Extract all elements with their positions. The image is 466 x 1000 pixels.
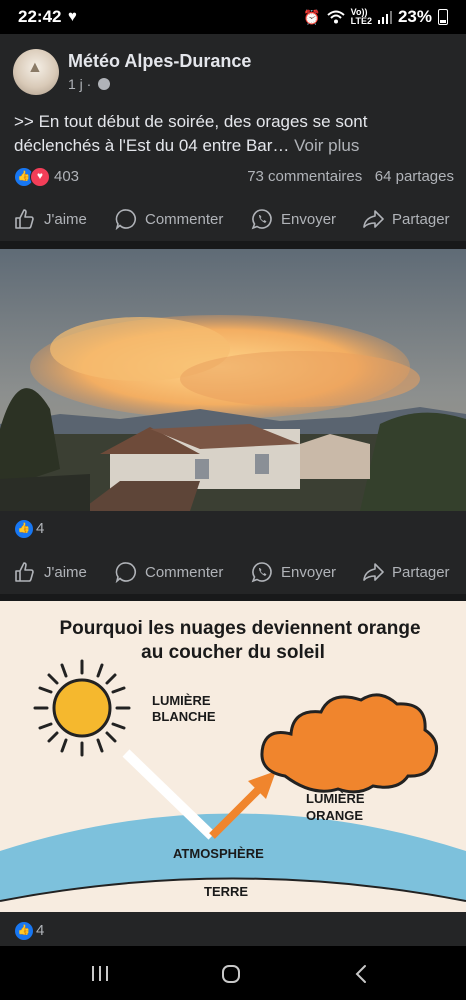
post-text: >> En tout début de soirée, des orages s… [14,110,454,158]
white-light-label-1: LUMIÈRE [152,693,211,708]
like-reaction-icon: 👍 [14,921,34,941]
wifi-icon [326,10,345,24]
divider [0,241,466,249]
recent-apps-icon[interactable] [90,965,110,982]
signal-icon [377,11,392,24]
battery-percent: 23% [397,7,432,26]
orange-light-label-2: ORANGE [306,808,363,823]
heart-icon: ♥ [68,8,77,25]
send-button[interactable]: Envoyer [251,552,336,592]
back-icon[interactable] [354,964,368,984]
status-bar: 22:42 ♥ ⏰ Vo)) LTE2 23% [0,0,466,34]
thumbs-up-icon [15,562,34,582]
like-button[interactable]: J'aime [14,199,87,239]
comment-button[interactable]: Commenter [115,199,223,239]
battery-icon [438,9,448,25]
like-label: J'aime [44,210,87,228]
like-reaction-icon: 👍 [14,519,34,539]
whatsapp-icon [251,562,272,583]
orange-light-label-1: LUMIÈRE [306,791,365,806]
action-bar: J'aime Commenter Envoyer Partager [0,199,466,239]
reactions-bar[interactable]: 👍 ♥ 403 73 commentaires 64 partages [14,165,454,189]
page-name[interactable]: Météo Alpes-Durance [68,51,251,72]
alarm-icon: ⏰ [303,8,321,25]
comment-label: Commenter [145,210,224,228]
photo-action-bar: J'aime Commenter Envoyer Partager [0,552,466,592]
share-label: Partager [392,210,450,228]
comment-icon [115,209,137,230]
earth-label: TERRE [204,884,248,899]
send-button[interactable]: Envoyer [251,199,336,239]
time-ago: 1 j · [68,76,92,92]
share-label: Partager [392,563,450,581]
like-button[interactable]: J'aime [14,552,87,592]
send-label: Envoyer [281,563,337,581]
comments-count[interactable]: 73 commentaires [247,168,362,185]
reaction-count[interactable]: 403 [54,168,79,185]
infographic-drawing: Pourquoi les nuages deviennent orange au… [0,618,466,912]
send-label: Envoyer [281,210,337,228]
see-more-link[interactable]: Voir plus [294,136,359,155]
share-icon [363,563,384,581]
infographic-title-line1: Pourquoi les nuages deviennent orange [59,618,420,639]
photo-reaction-count: 4 [36,520,45,537]
navigation-bar [0,946,466,1000]
thumbs-up-icon [15,209,34,229]
avatar[interactable] [13,49,59,95]
sunset-photo [0,249,466,511]
shares-count[interactable]: 64 partages [375,168,454,185]
whatsapp-icon [251,209,272,230]
globe-icon [98,78,111,90]
love-reaction-icon: ♥ [30,167,50,187]
share-button[interactable]: Partager [362,552,450,592]
status-time: 22:42 [18,7,62,26]
post-meta: 1 j · [68,76,111,92]
atmosphere-label: ATMOSPHÈRE [173,846,264,861]
orange-cloud-icon [260,693,439,794]
comment-icon [115,562,137,583]
infographic-image[interactable]: Pourquoi les nuages deviennent orange au… [0,601,466,912]
comment-button[interactable]: Commenter [115,552,223,592]
comment-label: Commenter [145,563,224,581]
white-light-label-2: BLANCHE [152,709,216,724]
post-header: Météo Alpes-Durance 1 j · [0,34,466,100]
sun-icon [33,659,131,757]
infographic-reaction-count: 4 [36,922,45,939]
infographic-title-line2: au coucher du soleil [141,642,325,663]
post-photo[interactable] [0,249,466,511]
share-button[interactable]: Partager [362,199,450,239]
lte-label: LTE2 [350,16,372,26]
home-icon[interactable] [221,964,241,984]
share-icon [363,210,384,228]
like-label: J'aime [44,563,87,581]
